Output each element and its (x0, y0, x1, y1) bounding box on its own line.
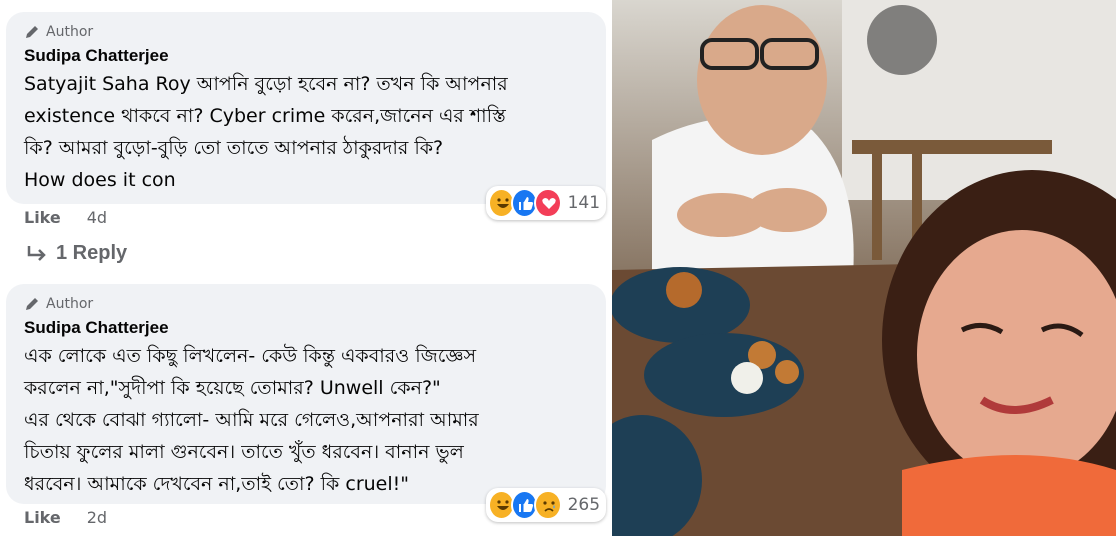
pencil-icon (24, 296, 40, 312)
commenter-name[interactable]: Sudipa Chatterjee (24, 318, 588, 338)
like-button[interactable]: Like (24, 208, 61, 227)
comment-text: এক লোকে এত কিছু লিখলেন- কেউ কিন্তু একবার… (24, 345, 479, 495)
comment-actions: Like 2d (24, 508, 107, 527)
comment-timestamp[interactable]: 4d (87, 208, 107, 227)
author-badge: Author (24, 296, 588, 312)
reactions-summary[interactable]: 265 (486, 488, 606, 522)
selfie-photo (612, 0, 1116, 536)
pencil-icon (24, 24, 40, 40)
reaction-count: 141 (567, 193, 601, 213)
comment-bubble: Author Sudipa Chatterjee এক লোকে এত কিছু… (6, 284, 606, 504)
comment-bubble: Author Sudipa Chatterjee Satyajit Saha R… (6, 12, 606, 204)
comments-panel: Author Sudipa Chatterjee Satyajit Saha R… (0, 0, 612, 536)
love-icon (534, 188, 562, 218)
commenter-name[interactable]: Sudipa Chatterjee (24, 46, 588, 66)
sad-icon (534, 490, 562, 520)
author-badge-label: Author (46, 296, 94, 312)
reaction-count: 265 (567, 495, 601, 515)
author-badge-label: Author (46, 24, 94, 40)
author-badge: Author (24, 24, 588, 40)
restaurant-selfie-image (612, 0, 1116, 536)
like-button[interactable]: Like (24, 508, 61, 527)
view-replies-link[interactable]: 1 Reply (26, 242, 127, 265)
comment-text: Satyajit Saha Roy আপনি বুড়ো হবেন না? তখ… (24, 73, 508, 191)
reply-arrow-icon (27, 245, 46, 261)
comment-timestamp[interactable]: 2d (87, 508, 107, 527)
reactions-summary[interactable]: 141 (486, 186, 606, 220)
reply-count-label[interactable]: 1 Reply (56, 242, 127, 265)
comment-actions: Like 4d (24, 208, 107, 227)
